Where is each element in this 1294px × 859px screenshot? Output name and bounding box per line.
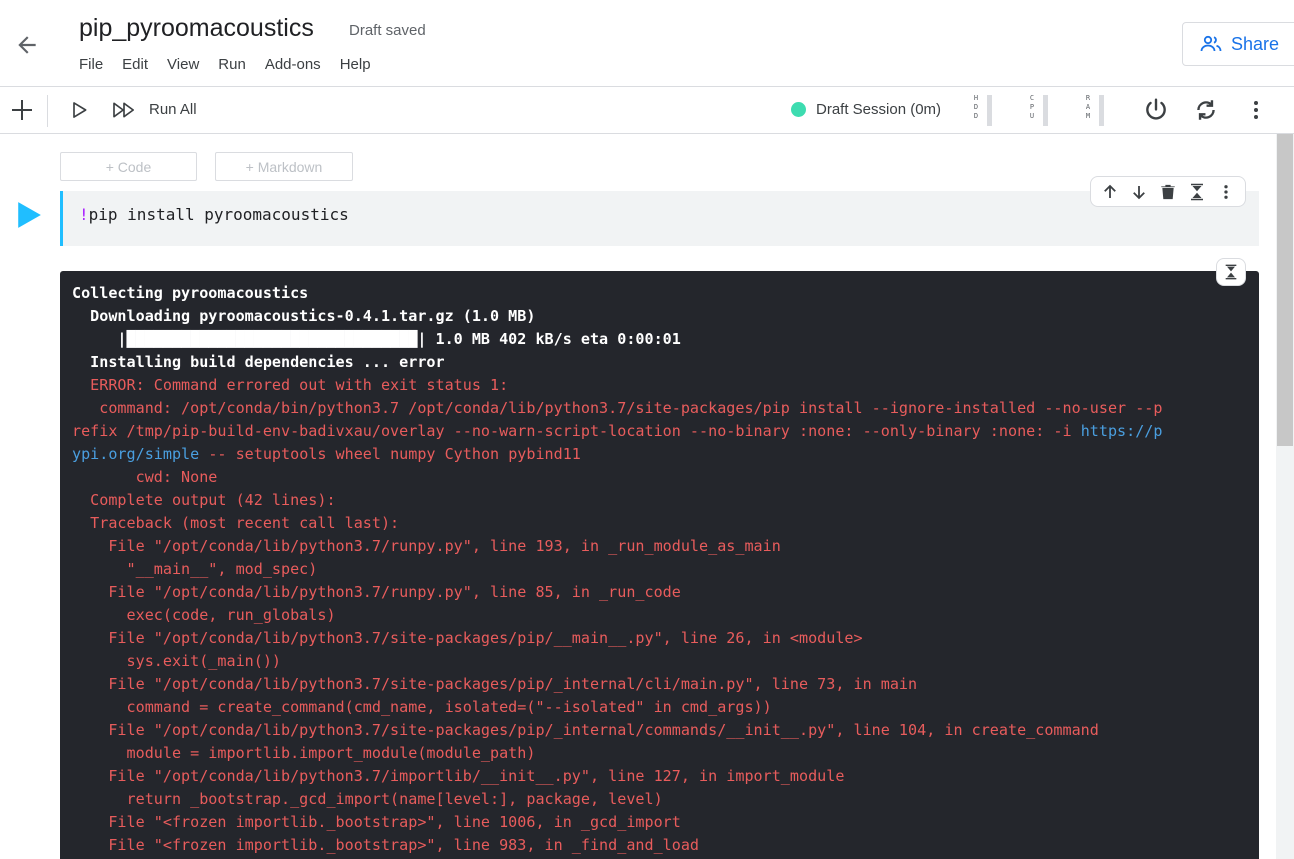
menu-edit[interactable]: Edit bbox=[122, 56, 148, 73]
share-button[interactable]: Share bbox=[1182, 22, 1294, 66]
more-options-button[interactable] bbox=[1242, 96, 1270, 124]
play-icon bbox=[18, 202, 41, 228]
ram-label: R A M bbox=[1085, 94, 1091, 120]
delete-cell-button[interactable] bbox=[1156, 180, 1180, 204]
cell-output: Collecting pyroomacoustics Downloading p… bbox=[60, 271, 1259, 859]
error-line: File "<frozen importlib._bootstrap>", li… bbox=[72, 813, 681, 831]
run-cell-toolbar-button[interactable] bbox=[65, 96, 93, 124]
cpu-bar bbox=[1043, 95, 1048, 126]
progress-bar-line: |████████████████████████████████| 1.0 M… bbox=[72, 330, 681, 348]
run-all-button[interactable] bbox=[110, 96, 138, 124]
cpu-label: C P U bbox=[1029, 94, 1035, 120]
scrollbar-thumb[interactable] bbox=[1277, 134, 1293, 446]
arrow-left-icon bbox=[18, 36, 36, 54]
session-status[interactable]: Draft Session (0m) bbox=[791, 101, 941, 118]
collapse-icon bbox=[1191, 183, 1204, 200]
error-line: exec(code, run_globals) bbox=[72, 606, 336, 624]
plus-icon bbox=[12, 100, 32, 120]
more-vert-icon bbox=[1254, 101, 1258, 119]
error-line: File "/opt/conda/lib/python3.7/site-pack… bbox=[72, 629, 863, 647]
trash-icon bbox=[1161, 184, 1175, 199]
stop-session-button[interactable] bbox=[1142, 96, 1170, 124]
error-line: File "/opt/conda/lib/python3.7/site-pack… bbox=[72, 721, 1099, 739]
menu-add-ons[interactable]: Add-ons bbox=[265, 56, 321, 73]
move-cell-down-button[interactable] bbox=[1127, 180, 1151, 204]
ram-bar bbox=[1099, 95, 1104, 126]
error-text: refix /tmp/pip-build-env-badivxau/overla… bbox=[72, 422, 1081, 440]
menu-bar: File Edit View Run Add-ons Help bbox=[79, 56, 390, 73]
error-line: refix /tmp/pip-build-env-badivxau/overla… bbox=[72, 420, 1247, 443]
ram-meter: R A M bbox=[1083, 94, 1104, 126]
error-line: sys.exit(_main()) bbox=[72, 652, 282, 670]
error-line: ERROR: Command errored out with exit sta… bbox=[72, 376, 509, 394]
arrow-down-icon bbox=[1132, 185, 1145, 199]
code-cell-source[interactable]: !pip install pyroomacoustics bbox=[79, 205, 349, 224]
collapse-output-button[interactable] bbox=[1216, 258, 1246, 286]
output-line: Collecting pyroomacoustics bbox=[72, 284, 309, 302]
error-line: ypi.org/simple -- setuptools wheel numpy… bbox=[72, 443, 1247, 466]
notebook-content: + Code + Markdown !pip install pyroomaco… bbox=[0, 134, 1294, 859]
play-icon bbox=[73, 102, 87, 118]
menu-run[interactable]: Run bbox=[218, 56, 246, 73]
error-line: File "/opt/conda/lib/python3.7/importlib… bbox=[72, 767, 845, 785]
pypi-link-continued[interactable]: ypi.org/simple bbox=[72, 445, 199, 463]
run-cell-button[interactable] bbox=[15, 200, 43, 230]
cpu-meter: C P U bbox=[1027, 94, 1048, 126]
session-active-dot bbox=[791, 102, 806, 117]
notebook-toolbar: Run All Draft Session (0m) H D D C P U R… bbox=[0, 87, 1294, 134]
collapse-icon bbox=[1225, 264, 1237, 280]
hdd-meter: H D D bbox=[971, 94, 992, 126]
menu-file[interactable]: File bbox=[79, 56, 103, 73]
error-text: -- setuptools wheel numpy Cython pybind1… bbox=[199, 445, 581, 463]
arrow-up-icon bbox=[1103, 184, 1116, 198]
pypi-link[interactable]: https://p bbox=[1081, 422, 1163, 440]
code-text: pip install pyroomacoustics bbox=[88, 205, 349, 224]
error-line: File "<frozen importlib._bootstrap>", li… bbox=[72, 836, 700, 854]
error-line: Complete output (42 lines): bbox=[72, 491, 336, 509]
fast-forward-icon bbox=[113, 102, 134, 118]
restart-icon bbox=[1197, 100, 1215, 120]
error-line: command = create_command(cmd_name, isola… bbox=[72, 698, 772, 716]
collapse-cell-button[interactable] bbox=[1185, 180, 1209, 204]
cell-more-button[interactable] bbox=[1214, 180, 1238, 204]
error-line: "__main__", mod_spec) bbox=[72, 560, 318, 578]
error-line: File "/opt/conda/lib/python3.7/runpy.py"… bbox=[72, 583, 681, 601]
notebook-header: pip_pyroomacoustics Draft saved File Edi… bbox=[0, 0, 1294, 87]
code-cell[interactable]: !pip install pyroomacoustics bbox=[60, 191, 1259, 246]
add-markdown-cell-button[interactable]: + Markdown bbox=[215, 152, 353, 181]
error-line: module = importlib.import_module(module_… bbox=[72, 744, 536, 762]
cell-toolbar bbox=[1090, 176, 1246, 207]
session-label: Draft Session (0m) bbox=[816, 101, 942, 118]
shell-bang: ! bbox=[79, 205, 89, 224]
error-line: return _bootstrap._gcd_import(name[level… bbox=[72, 790, 663, 808]
share-label: Share bbox=[1231, 33, 1280, 54]
error-line: Traceback (most recent call last): bbox=[72, 514, 400, 532]
add-code-cell-button[interactable]: + Code bbox=[60, 152, 197, 181]
hdd-bar bbox=[987, 95, 992, 126]
add-cell-button[interactable] bbox=[8, 96, 36, 124]
restart-session-button[interactable] bbox=[1192, 96, 1220, 124]
hdd-label: H D D bbox=[973, 94, 979, 120]
people-icon bbox=[1200, 35, 1222, 52]
notebook-title[interactable]: pip_pyroomacoustics bbox=[79, 14, 314, 43]
error-line: command: /opt/conda/bin/python3.7 /opt/c… bbox=[72, 399, 1163, 417]
output-line: Installing build dependencies ... error bbox=[72, 353, 445, 371]
more-vert-icon bbox=[1224, 184, 1228, 199]
run-all-label[interactable]: Run All bbox=[149, 101, 197, 118]
toolbar-divider bbox=[47, 95, 48, 127]
back-button[interactable] bbox=[12, 30, 42, 60]
power-icon bbox=[1146, 98, 1166, 120]
error-line: File "/opt/conda/lib/python3.7/runpy.py"… bbox=[72, 537, 781, 555]
error-line: cwd: None bbox=[72, 468, 218, 486]
move-cell-up-button[interactable] bbox=[1098, 180, 1122, 204]
menu-view[interactable]: View bbox=[167, 56, 199, 73]
output-line: Downloading pyroomacoustics-0.4.1.tar.gz… bbox=[72, 307, 536, 325]
menu-help[interactable]: Help bbox=[340, 56, 371, 73]
save-status: Draft saved bbox=[349, 22, 426, 39]
error-line: File "/opt/conda/lib/python3.7/site-pack… bbox=[72, 675, 918, 693]
